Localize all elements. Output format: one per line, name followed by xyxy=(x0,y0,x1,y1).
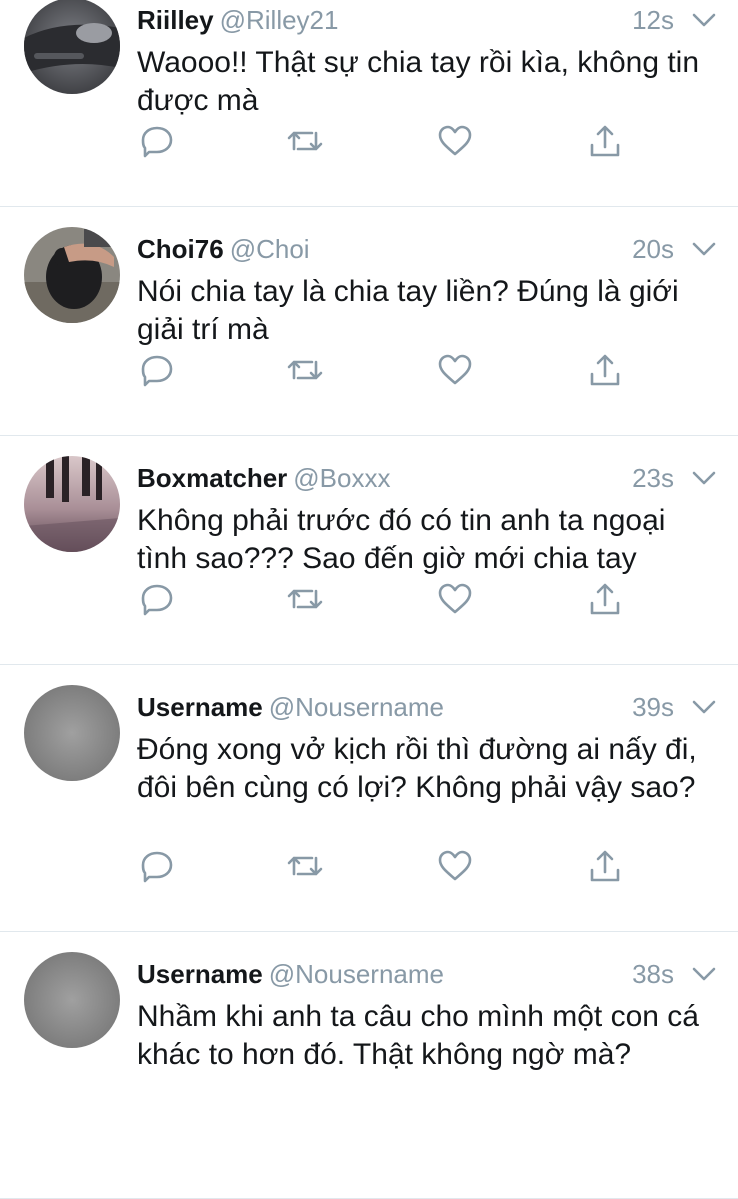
tweet[interactable]: Choi76 @Choi 20s Nói chia tay là chia tay… xyxy=(0,207,738,436)
username-handle[interactable]: @Rilley21 xyxy=(220,5,339,35)
reply-icon xyxy=(141,584,173,616)
display-name[interactable]: Username xyxy=(137,692,263,722)
display-name[interactable]: Boxmatcher xyxy=(137,463,287,493)
tweet-actions xyxy=(137,846,637,886)
username-handle[interactable]: @Choi xyxy=(230,234,310,264)
timestamp: 23s xyxy=(632,463,674,493)
retweet-icon xyxy=(287,589,323,609)
retweet-icon xyxy=(287,360,323,380)
tweet[interactable]: Username @Nousername 38s Nhầm khi anh ta … xyxy=(0,932,738,1199)
share-button[interactable] xyxy=(585,121,625,161)
reply-icon xyxy=(141,851,173,883)
tweet-header: Riilley @Rilley21 12s xyxy=(137,0,718,40)
tweet-text: Waooo!! Thật sự chia tay rồi kìa, không … xyxy=(137,46,700,117)
timestamp: 20s xyxy=(632,234,674,264)
username-handle[interactable]: @Boxxx xyxy=(293,463,390,493)
share-icon xyxy=(590,125,620,157)
avatar[interactable] xyxy=(24,0,120,94)
tweet-text: Đóng xong vở kịch rồi thì đường ai nấy đ… xyxy=(137,733,697,804)
tweet[interactable]: Riilley @Rilley21 12s Waooo!! Thật sự chi… xyxy=(0,0,738,207)
username-handle[interactable]: @Nousername xyxy=(269,692,444,722)
avatar[interactable] xyxy=(24,685,120,781)
reply-icon xyxy=(141,126,173,158)
avatar[interactable] xyxy=(24,227,120,323)
tweet-header: Choi76 @Choi 20s xyxy=(137,229,718,269)
display-name[interactable]: Username xyxy=(137,959,263,989)
retweet-button[interactable] xyxy=(285,121,325,161)
chevron-down-icon[interactable] xyxy=(690,697,718,717)
tweet-actions xyxy=(137,350,637,390)
retweet-icon xyxy=(287,856,323,876)
share-icon xyxy=(590,850,620,882)
avatar[interactable] xyxy=(24,952,120,1048)
chevron-down-icon[interactable] xyxy=(690,964,718,984)
share-button[interactable] xyxy=(585,579,625,619)
chevron-down-icon[interactable] xyxy=(690,239,718,259)
retweet-icon xyxy=(287,131,323,151)
tweet-text: Không phải trước đó có tin anh ta ngoại … xyxy=(137,504,666,575)
reply-button[interactable] xyxy=(137,579,177,619)
like-button[interactable] xyxy=(435,846,475,886)
share-icon xyxy=(590,354,620,386)
avatar[interactable] xyxy=(24,456,120,552)
reply-button[interactable] xyxy=(137,121,177,161)
username-handle[interactable]: @Nousername xyxy=(269,959,444,989)
chevron-down-icon[interactable] xyxy=(690,468,718,488)
reply-button[interactable] xyxy=(137,350,177,390)
tweet-header: Username @Nousername 38s xyxy=(137,954,718,994)
timestamp: 38s xyxy=(632,959,674,989)
like-icon xyxy=(438,583,472,614)
tweet[interactable]: Boxmatcher @Boxxx 23s Không phải trước đó… xyxy=(0,436,738,665)
timestamp: 39s xyxy=(632,692,674,722)
tweet-text: Nhầm khi anh ta câu cho mình một con cá … xyxy=(137,1000,699,1071)
share-button[interactable] xyxy=(585,846,625,886)
retweet-button[interactable] xyxy=(285,579,325,619)
tweet-actions xyxy=(137,121,637,161)
tweet-text: Nói chia tay là chia tay liền? Đúng là g… xyxy=(137,275,679,346)
tweet-header: Username @Nousername 39s xyxy=(137,687,718,727)
share-icon xyxy=(590,583,620,615)
display-name[interactable]: Choi76 xyxy=(137,234,224,264)
tweet-header: Boxmatcher @Boxxx 23s xyxy=(137,458,718,498)
timeline-feed: Riilley @Rilley21 12s Waooo!! Thật sự chi… xyxy=(0,0,738,1199)
timestamp: 12s xyxy=(632,5,674,35)
like-button[interactable] xyxy=(435,121,475,161)
display-name[interactable]: Riilley xyxy=(137,5,214,35)
tweet-actions xyxy=(137,579,637,619)
like-button[interactable] xyxy=(435,579,475,619)
like-icon xyxy=(438,850,472,881)
retweet-button[interactable] xyxy=(285,846,325,886)
like-icon xyxy=(438,125,472,156)
retweet-button[interactable] xyxy=(285,350,325,390)
like-icon xyxy=(438,354,472,385)
like-button[interactable] xyxy=(435,350,475,390)
reply-button[interactable] xyxy=(137,846,177,886)
share-button[interactable] xyxy=(585,350,625,390)
chevron-down-icon[interactable] xyxy=(690,10,718,30)
tweet[interactable]: Username @Nousername 39s Đóng xong vở kịc… xyxy=(0,665,738,932)
reply-icon xyxy=(141,355,173,387)
